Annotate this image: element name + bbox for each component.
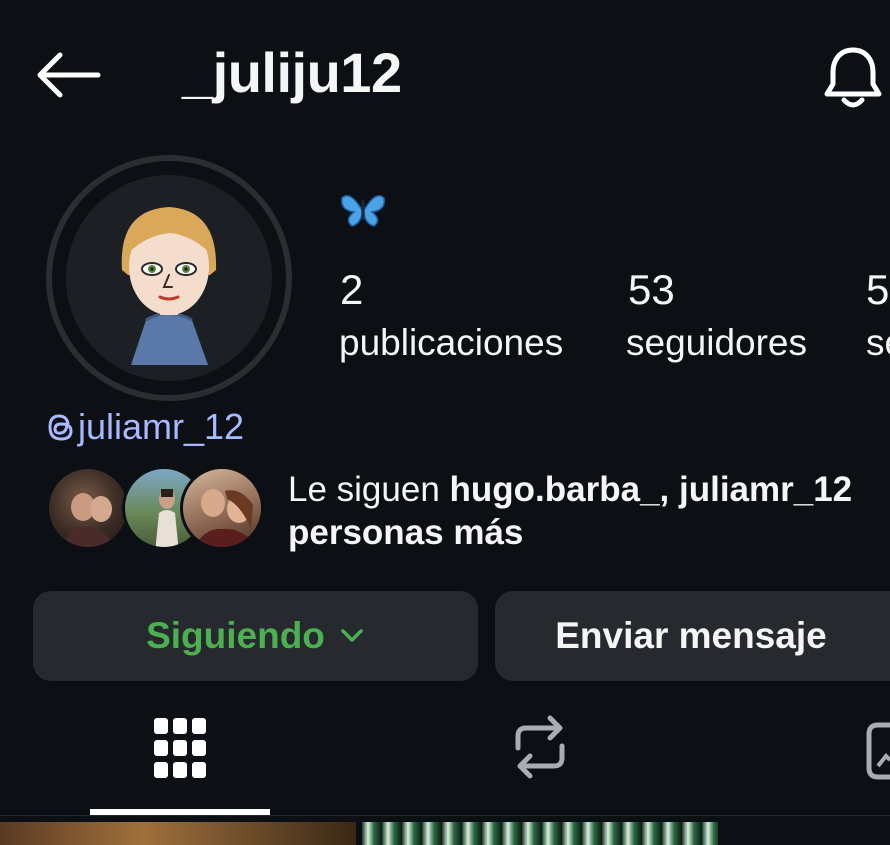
posts-count: 2 [340, 266, 364, 313]
profile-username: _juliju12 [182, 41, 402, 104]
post-thumbnail[interactable] [362, 822, 718, 845]
mutual-followers-text[interactable]: Le siguen hugo.barba_, juliamr_12 person… [288, 468, 852, 554]
following-count[interactable]: 5 [866, 266, 889, 314]
butterfly-icon [341, 195, 385, 227]
mutual-suffix: personas más [288, 513, 524, 552]
post-thumbnail[interactable] [0, 822, 356, 845]
back-arrow-icon[interactable] [32, 50, 104, 100]
following-label: Siguiendo [146, 615, 325, 656]
followers-label[interactable]: seguidores [626, 322, 807, 364]
follower-avatar[interactable] [180, 466, 264, 550]
following-button[interactable]: Siguiendo [33, 591, 478, 681]
chevron-down-icon [341, 629, 363, 642]
threads-handle: juliamr_12 [78, 406, 245, 447]
posts-label: publicaciones [339, 322, 564, 363]
repost-icon[interactable] [510, 714, 570, 780]
grid-icon[interactable] [152, 716, 208, 782]
tabs-divider [0, 815, 890, 816]
tagged-icon[interactable] [866, 722, 890, 782]
mutual-names: hugo.barba_, juliamr_12 [449, 470, 853, 509]
followers-count[interactable]: 53 [628, 266, 675, 314]
threads-link[interactable]: juliamr_12 [46, 406, 244, 448]
memoji-avatar-icon [121, 207, 217, 365]
threads-icon [48, 414, 73, 441]
avatar[interactable] [66, 175, 272, 381]
follower-avatar[interactable] [46, 466, 130, 550]
bell-icon[interactable] [822, 44, 884, 110]
following-label[interactable]: se [866, 322, 890, 364]
send-message-label: Enviar mensaje [555, 615, 827, 656]
mutual-prefix: Le siguen [288, 470, 450, 509]
send-message-button[interactable]: Enviar mensaje [495, 591, 890, 681]
